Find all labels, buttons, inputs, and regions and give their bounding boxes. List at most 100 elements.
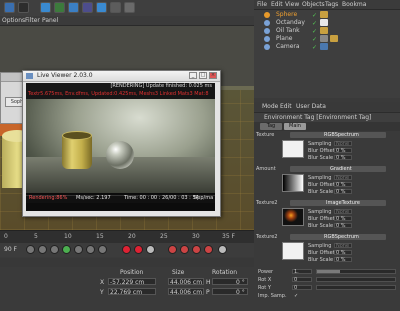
deformer-icon[interactable] — [96, 2, 107, 13]
om-menu-edit[interactable]: Edit — [271, 1, 283, 8]
material-tag-icon[interactable] — [320, 11, 328, 18]
render-time: Time: 00 : 00 : 26/00 : 03 : 54 — [124, 195, 199, 201]
last-frame-icon[interactable] — [98, 245, 107, 254]
size-y-value: 44.006 cm — [170, 289, 203, 296]
play-icon[interactable] — [62, 245, 71, 254]
object-check[interactable]: ✓ — [312, 12, 317, 19]
timeline-tick: 20 — [128, 233, 136, 240]
menu-panel[interactable]: Panel — [42, 17, 58, 24]
blur-scale-label: Blur Scale — [308, 189, 334, 195]
render-gold-cup-rim — [62, 131, 92, 140]
key-rotation-icon[interactable] — [192, 245, 201, 254]
object-row-plane[interactable]: Plane ✓ — [254, 35, 400, 43]
am-menu-user-data[interactable]: User Data — [296, 103, 326, 110]
param-rotx-slider[interactable] — [316, 277, 396, 282]
tab-tag[interactable]: Tag — [260, 123, 282, 130]
tab-main[interactable]: Main — [284, 123, 306, 130]
param-roty-label: Rot Y — [258, 285, 271, 291]
om-menu-bookmarks[interactable]: Bookma — [342, 1, 366, 8]
key-position-icon[interactable] — [168, 245, 177, 254]
prev-key-icon[interactable] — [38, 245, 47, 254]
blur-offset-value: 0 % — [336, 216, 346, 222]
environment-tag-icon[interactable] — [320, 19, 328, 26]
object-row-sphere[interactable]: Sphere ✓ — [254, 11, 400, 19]
blur-scale-label: Blur Scale — [308, 257, 334, 263]
next-key-icon[interactable] — [86, 245, 95, 254]
object-row-camera[interactable]: Camera ✓ — [254, 43, 400, 51]
object-row-octanday[interactable]: Octanday ✓ — [254, 19, 400, 27]
record-icon[interactable] — [122, 245, 131, 254]
am-menu-mode[interactable]: Mode — [262, 103, 278, 110]
om-menu-objects[interactable]: Objects — [302, 1, 325, 8]
timeline-tick: 0 — [4, 233, 8, 240]
om-menu-file[interactable]: File — [257, 1, 267, 8]
param-power-slider[interactable] — [316, 269, 396, 274]
array-icon[interactable] — [82, 2, 93, 13]
om-menu-tags[interactable]: Tags — [325, 1, 338, 8]
texture-swatch[interactable] — [282, 140, 304, 158]
render-status-text: [RENDERING] Update finished: 0.025 ms — [110, 83, 212, 89]
render-stats-text: Textr5.675ms, Env.dfms, Updated:0.425ms,… — [28, 91, 209, 97]
render-spp: Spp/ma — [194, 195, 214, 201]
render-gold-cup — [62, 135, 92, 169]
scene-icon[interactable] — [110, 2, 121, 13]
live-viewer-titlebar[interactable]: Live Viewer 2.03.0 _ □ × — [23, 71, 220, 82]
transport-bar: 90 F — [0, 243, 254, 257]
material-menu — [0, 258, 254, 267]
object-icon — [264, 20, 270, 26]
key-param-icon[interactable] — [204, 245, 213, 254]
menu-filter[interactable]: Filter — [25, 17, 40, 24]
param-impsamp-checkbox[interactable]: ✓ — [294, 293, 298, 299]
key-scale-icon[interactable] — [180, 245, 189, 254]
render-stats-bar: Textr5.675ms, Env.dfms, Updated:0.425ms,… — [26, 91, 215, 99]
om-menu-view[interactable]: View — [285, 1, 299, 8]
light-icon[interactable] — [124, 2, 135, 13]
rotation-p-value: 0 ° — [236, 289, 245, 296]
channel-node-name: Gradient — [330, 166, 352, 172]
move-tool-icon[interactable] — [18, 2, 29, 13]
sampling-value: None — [336, 141, 350, 147]
object-check[interactable]: ✓ — [312, 44, 317, 51]
app-icon — [26, 73, 33, 79]
prev-frame-icon[interactable] — [50, 245, 59, 254]
frame-field[interactable]: 90 F — [4, 246, 17, 253]
autokey-icon[interactable] — [134, 245, 143, 254]
spline-icon[interactable] — [54, 2, 65, 13]
object-check[interactable]: ✓ — [312, 20, 317, 27]
image-texture-swatch[interactable] — [282, 208, 304, 226]
object-check[interactable]: ✓ — [312, 36, 317, 43]
param-impsamp-label: Imp. Samp. — [258, 293, 287, 299]
sampling-label: Sampling — [308, 209, 332, 215]
material-tag-icon[interactable] — [320, 27, 328, 34]
close-icon[interactable]: × — [209, 72, 217, 79]
minimize-icon[interactable]: _ — [189, 72, 197, 79]
undo-icon[interactable] — [4, 2, 15, 13]
sampling-value: None — [336, 209, 350, 215]
camera-tag-icon[interactable] — [320, 43, 328, 50]
coordinates-panel: Position Size Rotation X -57.229 cm 44.0… — [0, 268, 254, 311]
render-view[interactable]: [RENDERING] Update finished: 0.025 ms Te… — [26, 83, 215, 211]
first-frame-icon[interactable] — [26, 245, 35, 254]
param-roty-slider[interactable] — [316, 285, 396, 290]
timeline-ruler[interactable]: 0 5 10 15 20 25 30 35 F — [0, 230, 254, 244]
position-x-value: -57.229 cm — [110, 279, 145, 286]
blur-offset-label: Blur Offset — [308, 148, 335, 154]
nurbs-icon[interactable] — [68, 2, 79, 13]
am-menu-edit[interactable]: Edit — [280, 103, 292, 110]
render-image — [26, 99, 215, 193]
coord-header-rotation: Rotation — [212, 269, 238, 276]
next-frame-icon[interactable] — [74, 245, 83, 254]
menu-options[interactable]: Options — [2, 17, 25, 24]
coord-header-position: Position — [120, 269, 144, 276]
cube-icon[interactable] — [40, 2, 51, 13]
object-check[interactable]: ✓ — [312, 28, 317, 35]
keyframe-selection-icon[interactable] — [146, 245, 155, 254]
gradient-swatch[interactable] — [282, 174, 304, 192]
param-roty-value: 0 — [294, 285, 298, 291]
material-tag-icon[interactable] — [330, 35, 338, 42]
texture-swatch[interactable] — [282, 242, 304, 260]
maximize-icon[interactable]: □ — [199, 72, 207, 79]
object-row-oil-tank[interactable]: Oil Tank ✓ — [254, 27, 400, 35]
motion-grid-icon[interactable] — [218, 245, 227, 254]
material-tag-icon[interactable] — [320, 35, 328, 42]
